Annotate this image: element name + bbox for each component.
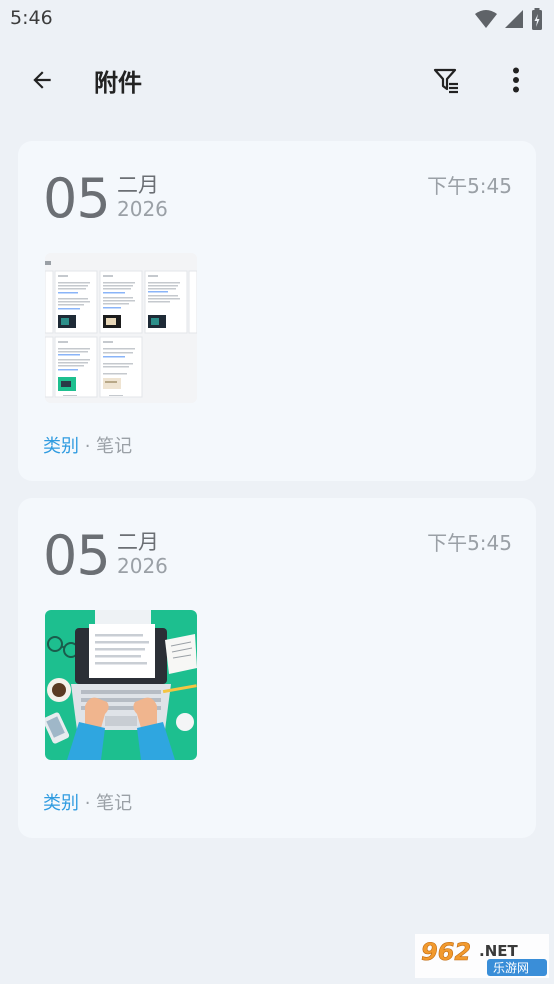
date-year: 2026	[117, 554, 168, 578]
svg-text:962: 962	[421, 938, 471, 966]
status-time: 5:46	[10, 7, 53, 29]
attachment-time: 下午5:45	[427, 531, 512, 555]
category-label[interactable]: 类别	[43, 793, 79, 814]
wifi-icon	[475, 10, 497, 28]
attachment-time: 下午5:45	[427, 174, 512, 198]
notebook-label: 笔记	[96, 793, 133, 814]
app-bar: 附件	[0, 40, 554, 120]
meta-separator: ·	[79, 793, 97, 814]
status-icons	[474, 6, 544, 32]
notebook-label: 笔记	[96, 436, 133, 457]
svg-text:乐游网: 乐游网	[493, 961, 529, 975]
card-meta: 类别 · 笔记	[43, 432, 132, 458]
meta-separator: ·	[79, 436, 97, 457]
cellular-signal-icon	[505, 10, 523, 28]
page-title: 附件	[94, 69, 142, 97]
battery-charging-icon	[532, 8, 542, 30]
arrow-back-icon	[33, 71, 51, 89]
laptop-illustration-image	[45, 610, 197, 760]
svg-text:.NET: .NET	[479, 942, 518, 960]
attachment-card[interactable]: 05 二月 2026 下午5:45 类别 · 笔记	[18, 498, 536, 838]
watermark-logo: 962 .NET 乐游网	[415, 934, 549, 978]
date-day: 05	[43, 524, 111, 587]
date-month: 二月	[117, 530, 159, 554]
more-options-button[interactable]	[496, 60, 536, 100]
back-button[interactable]	[20, 60, 64, 100]
screenshot-preview-image	[45, 253, 197, 403]
card-meta: 类别 · 笔记	[43, 789, 132, 815]
attachment-thumbnail-screenshot[interactable]	[45, 253, 197, 403]
attachment-thumbnail-image[interactable]	[45, 610, 197, 760]
more-vert-icon	[513, 67, 519, 93]
category-label[interactable]: 类别	[43, 436, 79, 457]
status-bar: 5:46	[0, 0, 554, 40]
attachment-card[interactable]: 05 二月 2026 下午5:45 类别 · 笔记	[18, 141, 536, 481]
date-year: 2026	[117, 197, 168, 221]
date-month: 二月	[117, 173, 159, 197]
date-day: 05	[43, 167, 111, 230]
filter-button[interactable]	[424, 60, 468, 100]
filter-icon	[433, 68, 458, 94]
